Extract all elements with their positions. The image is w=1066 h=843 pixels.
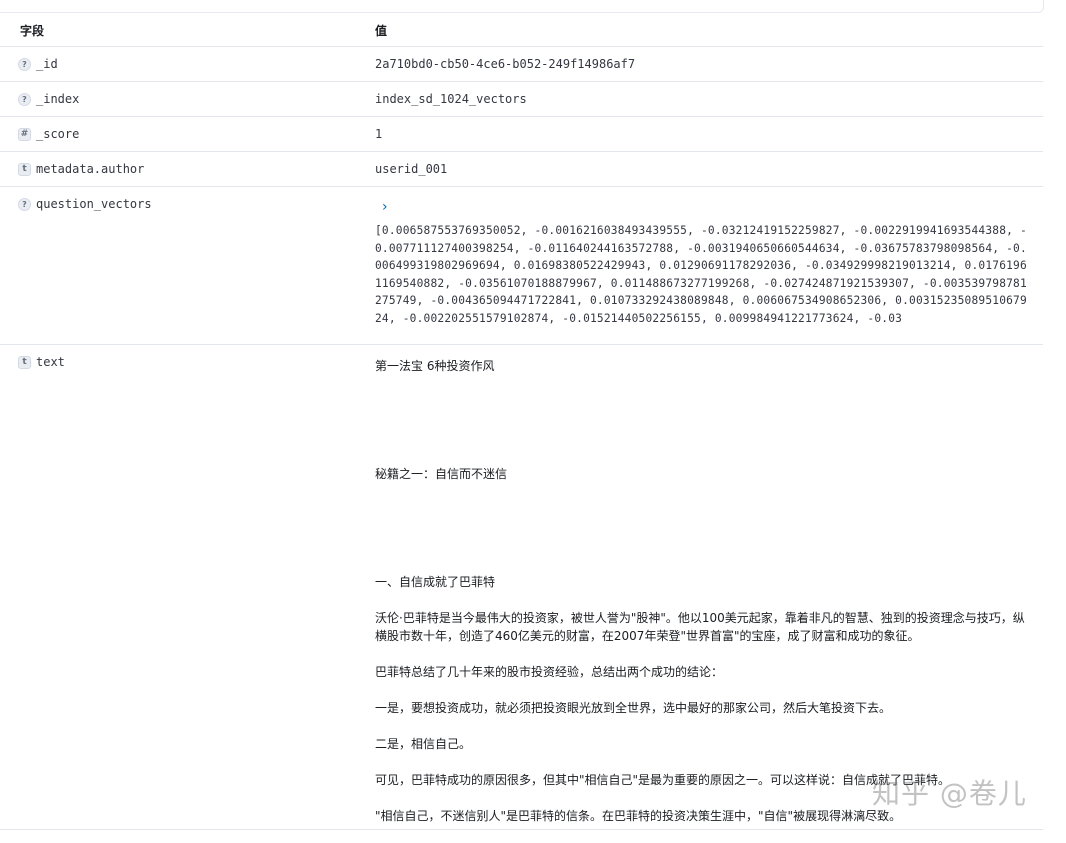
- vector-value: [0.006587553769350052, -0.00162160384934…: [375, 224, 1027, 325]
- field-name: metadata.author: [36, 162, 145, 176]
- text-secret: 秘籍之一：自信而不迷信: [375, 467, 508, 481]
- number-type-icon: #: [18, 127, 31, 141]
- field-value: index_sd_1024_vectors: [375, 92, 527, 106]
- field-name: question_vectors: [36, 197, 152, 211]
- chevron-right-icon[interactable]: ›: [382, 200, 396, 214]
- field-value: 2a710bd0-cb50-4ce6-b052-249f14986af7: [375, 57, 636, 71]
- table-row-text[interactable]: t text 第一法宝 6种投资作风 秘籍之一：自信而不迷信 一、自信成就了巴菲…: [0, 345, 1043, 825]
- field-column-header: 字段: [20, 24, 45, 38]
- field-value: userid_001: [375, 162, 448, 176]
- text-type-icon: t: [18, 162, 31, 176]
- field-name: _id: [36, 57, 58, 71]
- unknown-type-icon: ?: [18, 197, 31, 211]
- field-name: text: [36, 355, 65, 369]
- text-paragraph: 巴菲特总结了几十年来的股市投资经验，总结出两个成功的结论：: [375, 665, 724, 679]
- document-fields-table: 字段 值 ? _id 2a710bd0-cb50-4ce6-b052-249f1…: [0, 12, 1043, 825]
- unknown-type-icon: ?: [18, 92, 31, 106]
- table-bottom-border: [0, 829, 1043, 830]
- table-header: 字段 值: [0, 12, 1043, 47]
- text-title: 第一法宝 6种投资作风: [375, 359, 495, 373]
- text-type-icon: t: [18, 355, 31, 369]
- text-paragraph: 沃伦·巴菲特是当今最伟大的投资家，被世人誉为"股神"。他以100美元起家，靠着非…: [375, 611, 1025, 643]
- table-row-question-vectors[interactable]: ? question_vectors › [0.0065875537693500…: [0, 187, 1043, 345]
- field-name: _score: [36, 127, 80, 141]
- table-row-index[interactable]: ? _index index_sd_1024_vectors: [0, 82, 1043, 117]
- watermark: 知乎 @卷儿: [872, 777, 1027, 810]
- text-paragraph: 二是，相信自己。: [375, 737, 472, 751]
- text-value: 第一法宝 6种投资作风 秘籍之一：自信而不迷信 一、自信成就了巴菲特 沃伦·巴菲…: [375, 357, 1035, 843]
- field-name: _index: [36, 92, 80, 106]
- table-row-score[interactable]: # _score 1: [0, 117, 1043, 152]
- field-value: 1: [375, 127, 383, 141]
- text-heading: 一、自信成就了巴菲特: [375, 575, 496, 589]
- value-column-header: 值: [375, 24, 388, 38]
- text-paragraph: 一是，要想投资成功，就必须把投资眼光放到全世界，选中最好的那家公司，然后大笔投资…: [375, 701, 892, 715]
- table-row-author[interactable]: t metadata.author userid_001: [0, 152, 1043, 187]
- unknown-type-icon: ?: [18, 57, 31, 71]
- table-row-id[interactable]: ? _id 2a710bd0-cb50-4ce6-b052-249f14986a…: [0, 47, 1043, 82]
